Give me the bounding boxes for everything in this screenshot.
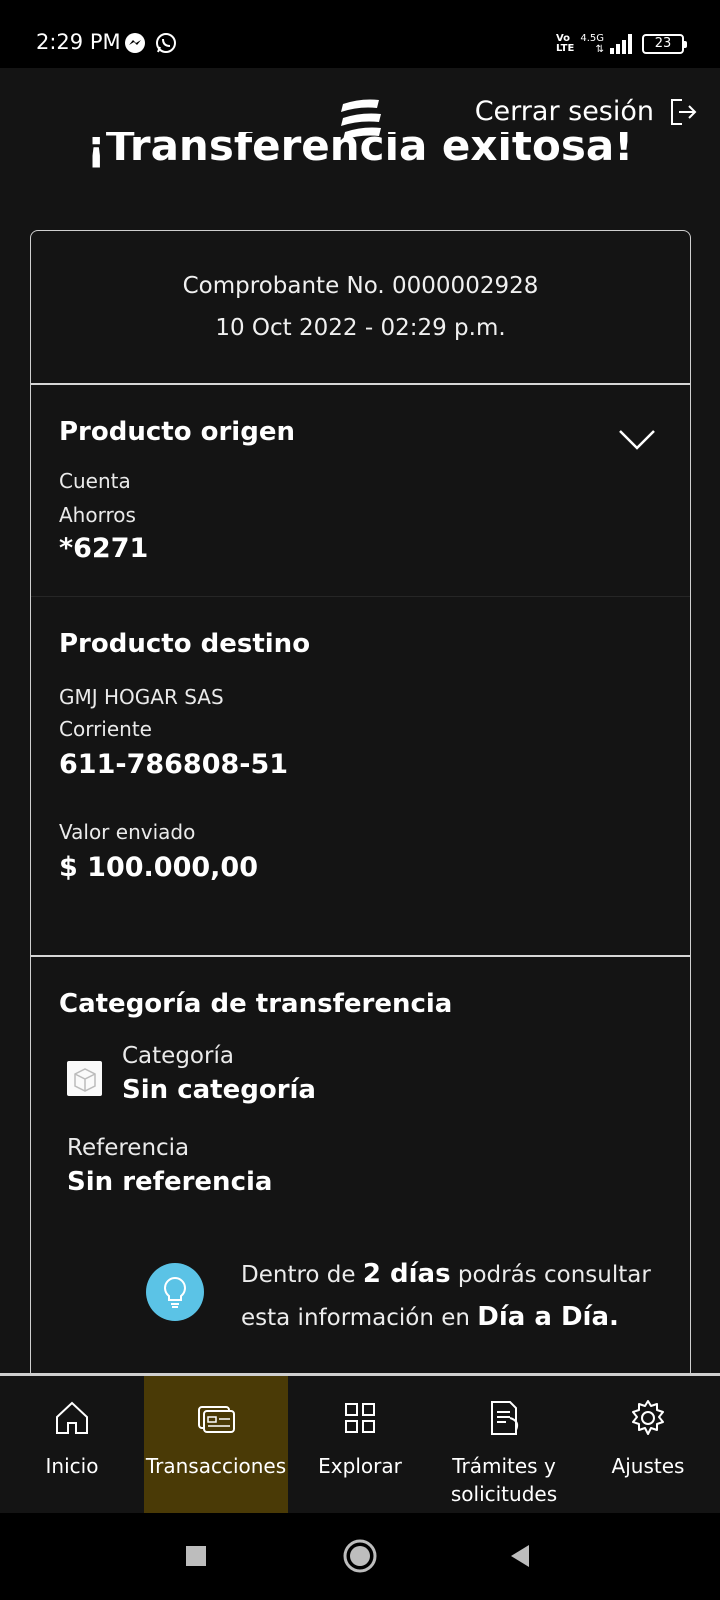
- nav-item-tramites[interactable]: Trámites y solicitudes: [432, 1376, 576, 1513]
- logout-label: Cerrar sesión: [474, 96, 654, 127]
- transactions-icon: [198, 1406, 235, 1433]
- receipt-header: Comprobante No. 0000002928 10 Oct 2022 -…: [31, 231, 690, 385]
- logout-button[interactable]: Cerrar sesión: [475, 96, 698, 127]
- signal-icon: [610, 34, 632, 54]
- destination-account: 611-786808-51: [59, 749, 289, 780]
- status-bar: 2:29 PM Vo LTE 4.5G ⇅ 23: [0, 0, 720, 68]
- category-section: Categoría de transferencia Categoría Sin…: [31, 957, 690, 1197]
- nav-item-ajustes[interactable]: Ajustes: [576, 1376, 720, 1513]
- home-icon: [56, 1401, 88, 1434]
- status-indicators: Vo LTE 4.5G ⇅ 23: [555, 30, 687, 58]
- network-type: 4.5G ⇅: [580, 33, 604, 55]
- chevron-down-icon[interactable]: [618, 429, 656, 451]
- origin-title: Producto origen: [59, 417, 295, 447]
- status-time: 2:29 PM: [36, 30, 121, 54]
- reference-value: Sin referencia: [67, 1167, 273, 1197]
- origin-section: Producto origen Cuenta Ahorros *6271: [31, 385, 690, 597]
- info-notice: Dentro de 2 días podrás consultar esta i…: [111, 1231, 690, 1361]
- origin-type: Cuenta: [59, 469, 131, 493]
- info-text: Dentro de 2 días podrás consultar esta i…: [241, 1259, 651, 1332]
- category-label: Categoría: [122, 1043, 234, 1069]
- page-title: ¡Transferencia exitosa!: [86, 132, 634, 170]
- logout-icon: [671, 98, 697, 125]
- reference-label: Referencia: [67, 1135, 190, 1161]
- nav-label-inicio: Inicio: [45, 1454, 99, 1478]
- whatsapp-icon: [156, 33, 176, 53]
- back-button[interactable]: [509, 1544, 531, 1568]
- category-value: Sin categoría: [122, 1075, 316, 1105]
- volte-indicator: Vo LTE: [555, 33, 575, 54]
- nav-label-ajustes: Ajustes: [611, 1454, 685, 1478]
- amount-value: $ 100.000,00: [59, 852, 258, 883]
- origin-account: *6271: [59, 533, 149, 564]
- origin-subtype: Ahorros: [59, 503, 136, 527]
- destination-name: GMJ HOGAR SAS: [59, 685, 224, 709]
- system-nav-bar: [0, 1513, 720, 1600]
- nav-item-inicio[interactable]: Inicio: [0, 1376, 144, 1513]
- battery-icon: 23: [642, 34, 687, 54]
- home-button[interactable]: [343, 1539, 377, 1573]
- nav-label-explorar: Explorar: [318, 1454, 402, 1478]
- document-icon: [491, 1401, 519, 1435]
- nav-label-transacciones: Transacciones: [145, 1454, 287, 1478]
- nav-label-tramites: Trámites y solicitudes: [450, 1454, 558, 1506]
- receipt-card: Comprobante No. 0000002928 10 Oct 2022 -…: [30, 230, 691, 1380]
- grid-icon: [345, 1403, 375, 1433]
- receipt-number: Comprobante No. 0000002928: [182, 273, 539, 299]
- messenger-icon: [125, 33, 145, 53]
- bottom-nav: Inicio Transacciones Explorar Trámites y…: [0, 1373, 720, 1513]
- receipt-date: 10 Oct 2022 - 02:29 p.m.: [215, 315, 506, 341]
- nav-item-explorar[interactable]: Explorar: [288, 1376, 432, 1513]
- destination-section: Producto destino GMJ HOGAR SAS Corriente…: [31, 597, 690, 957]
- amount-label: Valor enviado: [59, 820, 196, 844]
- destination-type: Corriente: [59, 717, 152, 741]
- box-icon: [67, 1061, 102, 1096]
- lightbulb-icon: [146, 1263, 204, 1321]
- destination-title: Producto destino: [59, 629, 311, 659]
- gear-icon: [632, 1400, 664, 1435]
- data-arrows-icon: ⇅: [595, 44, 604, 55]
- nav-item-transacciones[interactable]: Transacciones: [144, 1376, 288, 1513]
- category-row: Categoría Sin categoría: [59, 1043, 662, 1105]
- recent-apps-button[interactable]: [185, 1545, 207, 1567]
- category-info: Categoría Sin categoría: [122, 1043, 316, 1105]
- category-title: Categoría de transferencia: [59, 989, 453, 1019]
